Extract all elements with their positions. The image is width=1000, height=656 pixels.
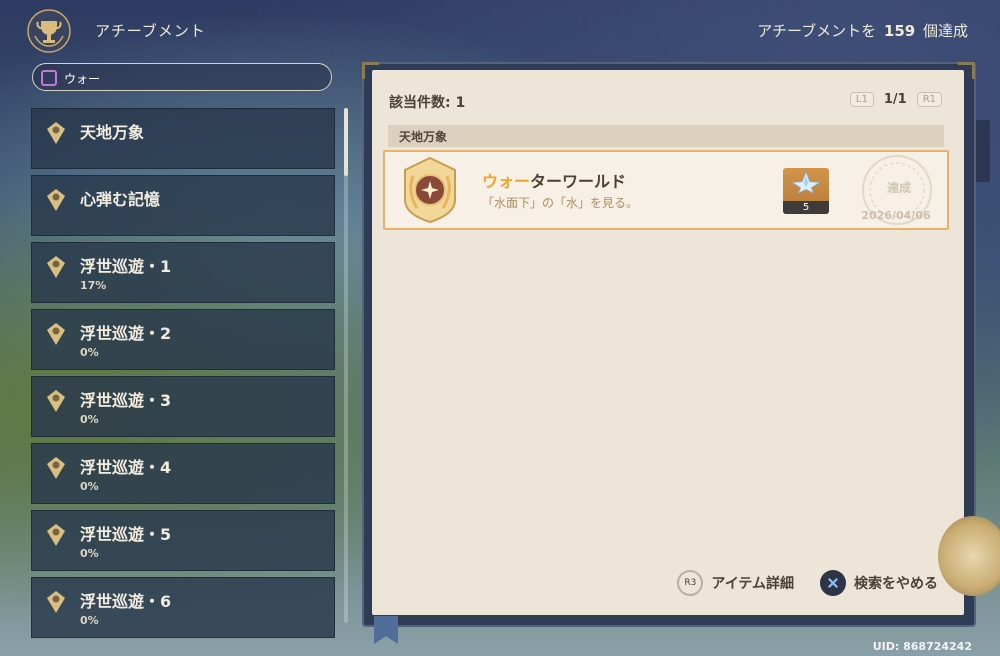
search-value: ウォー [64, 72, 101, 86]
sidebar-scrollbar[interactable] [344, 108, 348, 623]
achievement-total: アチーブメントを 159 個達成 [757, 20, 968, 41]
count-suffix: 個達成 [922, 22, 968, 40]
page-indicator: 1/1 [883, 92, 907, 107]
primogem-icon [791, 171, 821, 194]
category-name: 浮世巡遊・2 [80, 324, 172, 343]
achievement-category-icon [47, 189, 65, 211]
reward-quantity: 5 [783, 201, 829, 214]
trophy-icon [27, 9, 71, 53]
page-title: アチーブメント [95, 22, 206, 40]
category-percent: 0% [80, 614, 99, 627]
frame-corner-ornament [362, 62, 379, 79]
category-item[interactable]: 浮世巡遊・2 0% [31, 309, 335, 370]
category-header-label: 天地万象 [399, 130, 448, 144]
category-percent: 0% [80, 547, 99, 560]
achievement-category-icon [47, 591, 65, 613]
category-name: 浮世巡遊・4 [80, 458, 172, 477]
category-percent: 0% [80, 480, 99, 493]
result-count: 該当件数: 1 [389, 95, 466, 111]
category-name: 浮世巡遊・3 [80, 391, 172, 410]
category-item[interactable]: 天地万象 [31, 108, 335, 169]
r3-button-icon[interactable]: R3 [677, 570, 704, 596]
bookmark-ribbon [374, 616, 398, 644]
achievement-category-icon [47, 390, 65, 412]
prev-page-button[interactable]: L1 [849, 92, 874, 107]
panel-side-tab [976, 120, 990, 182]
cross-button-icon[interactable] [820, 570, 846, 596]
category-header: 天地万象 [388, 125, 944, 147]
title-highlight: ウォー [482, 172, 531, 191]
compass-ornament [938, 516, 1000, 596]
achievement-badge-icon [404, 156, 456, 224]
achievement-category-icon [47, 524, 65, 546]
panel-footer: R3 アイテム詳細 検索をやめる [677, 570, 938, 596]
category-name: 天地万象 [80, 123, 145, 142]
reward-item[interactable]: 5 [783, 168, 829, 214]
user-id: UID: 868724242 [872, 640, 972, 653]
cancel-search-button[interactable]: 検索をやめる [854, 573, 938, 593]
category-item[interactable]: 浮世巡遊・4 0% [31, 443, 335, 504]
category-item[interactable]: 浮世巡遊・6 0% [31, 577, 335, 638]
category-name: 浮世巡遊・5 [80, 525, 172, 544]
pager: L1 1/1 R1 [849, 92, 942, 107]
results-panel: 該当件数: 1 L1 1/1 R1 天地万象 ウォーターワールド 「水面下」の「… [372, 70, 964, 615]
completed-date: 2026/04/06 [861, 209, 931, 222]
category-item[interactable]: 心弾む記憶 [31, 175, 335, 236]
square-button-icon [41, 70, 57, 86]
item-detail-button[interactable]: アイテム詳細 [711, 573, 794, 593]
count-prefix: アチーブメントを [757, 22, 877, 40]
category-list: 天地万象 心弾む記憶 浮世巡遊・1 17% 浮世巡遊・2 0% 浮世巡遊・3 0… [31, 108, 335, 644]
achievement-category-icon [47, 323, 65, 345]
achievement-card[interactable]: ウォーターワールド 「水面下」の「水」を見る。 5 達成 2026/04/06 [383, 150, 949, 230]
next-page-button[interactable]: R1 [916, 92, 942, 107]
category-item[interactable]: 浮世巡遊・1 17% [31, 242, 335, 303]
achievement-category-icon [47, 457, 65, 479]
category-name: 浮世巡遊・6 [80, 592, 172, 611]
category-item[interactable]: 浮世巡遊・5 0% [31, 510, 335, 571]
achievement-category-icon [47, 122, 65, 144]
category-percent: 0% [80, 346, 99, 359]
category-name: 心弾む記憶 [80, 190, 161, 209]
achievement-title: ウォーターワールド [482, 168, 626, 192]
frame-corner-ornament [958, 62, 975, 79]
search-input[interactable]: ウォー [32, 63, 332, 91]
category-percent: 0% [80, 413, 99, 426]
completed-status: 達成 [887, 181, 912, 195]
category-item[interactable]: 浮世巡遊・3 0% [31, 376, 335, 437]
category-percent: 17% [80, 279, 107, 292]
count-value: 159 [883, 22, 916, 40]
scrollbar-thumb[interactable] [344, 108, 348, 176]
title-rest: ターワールド [530, 172, 627, 191]
achievement-category-icon [47, 256, 65, 278]
category-name: 浮世巡遊・1 [80, 257, 172, 276]
achievement-description: 「水面下」の「水」を見る。 [482, 196, 639, 210]
